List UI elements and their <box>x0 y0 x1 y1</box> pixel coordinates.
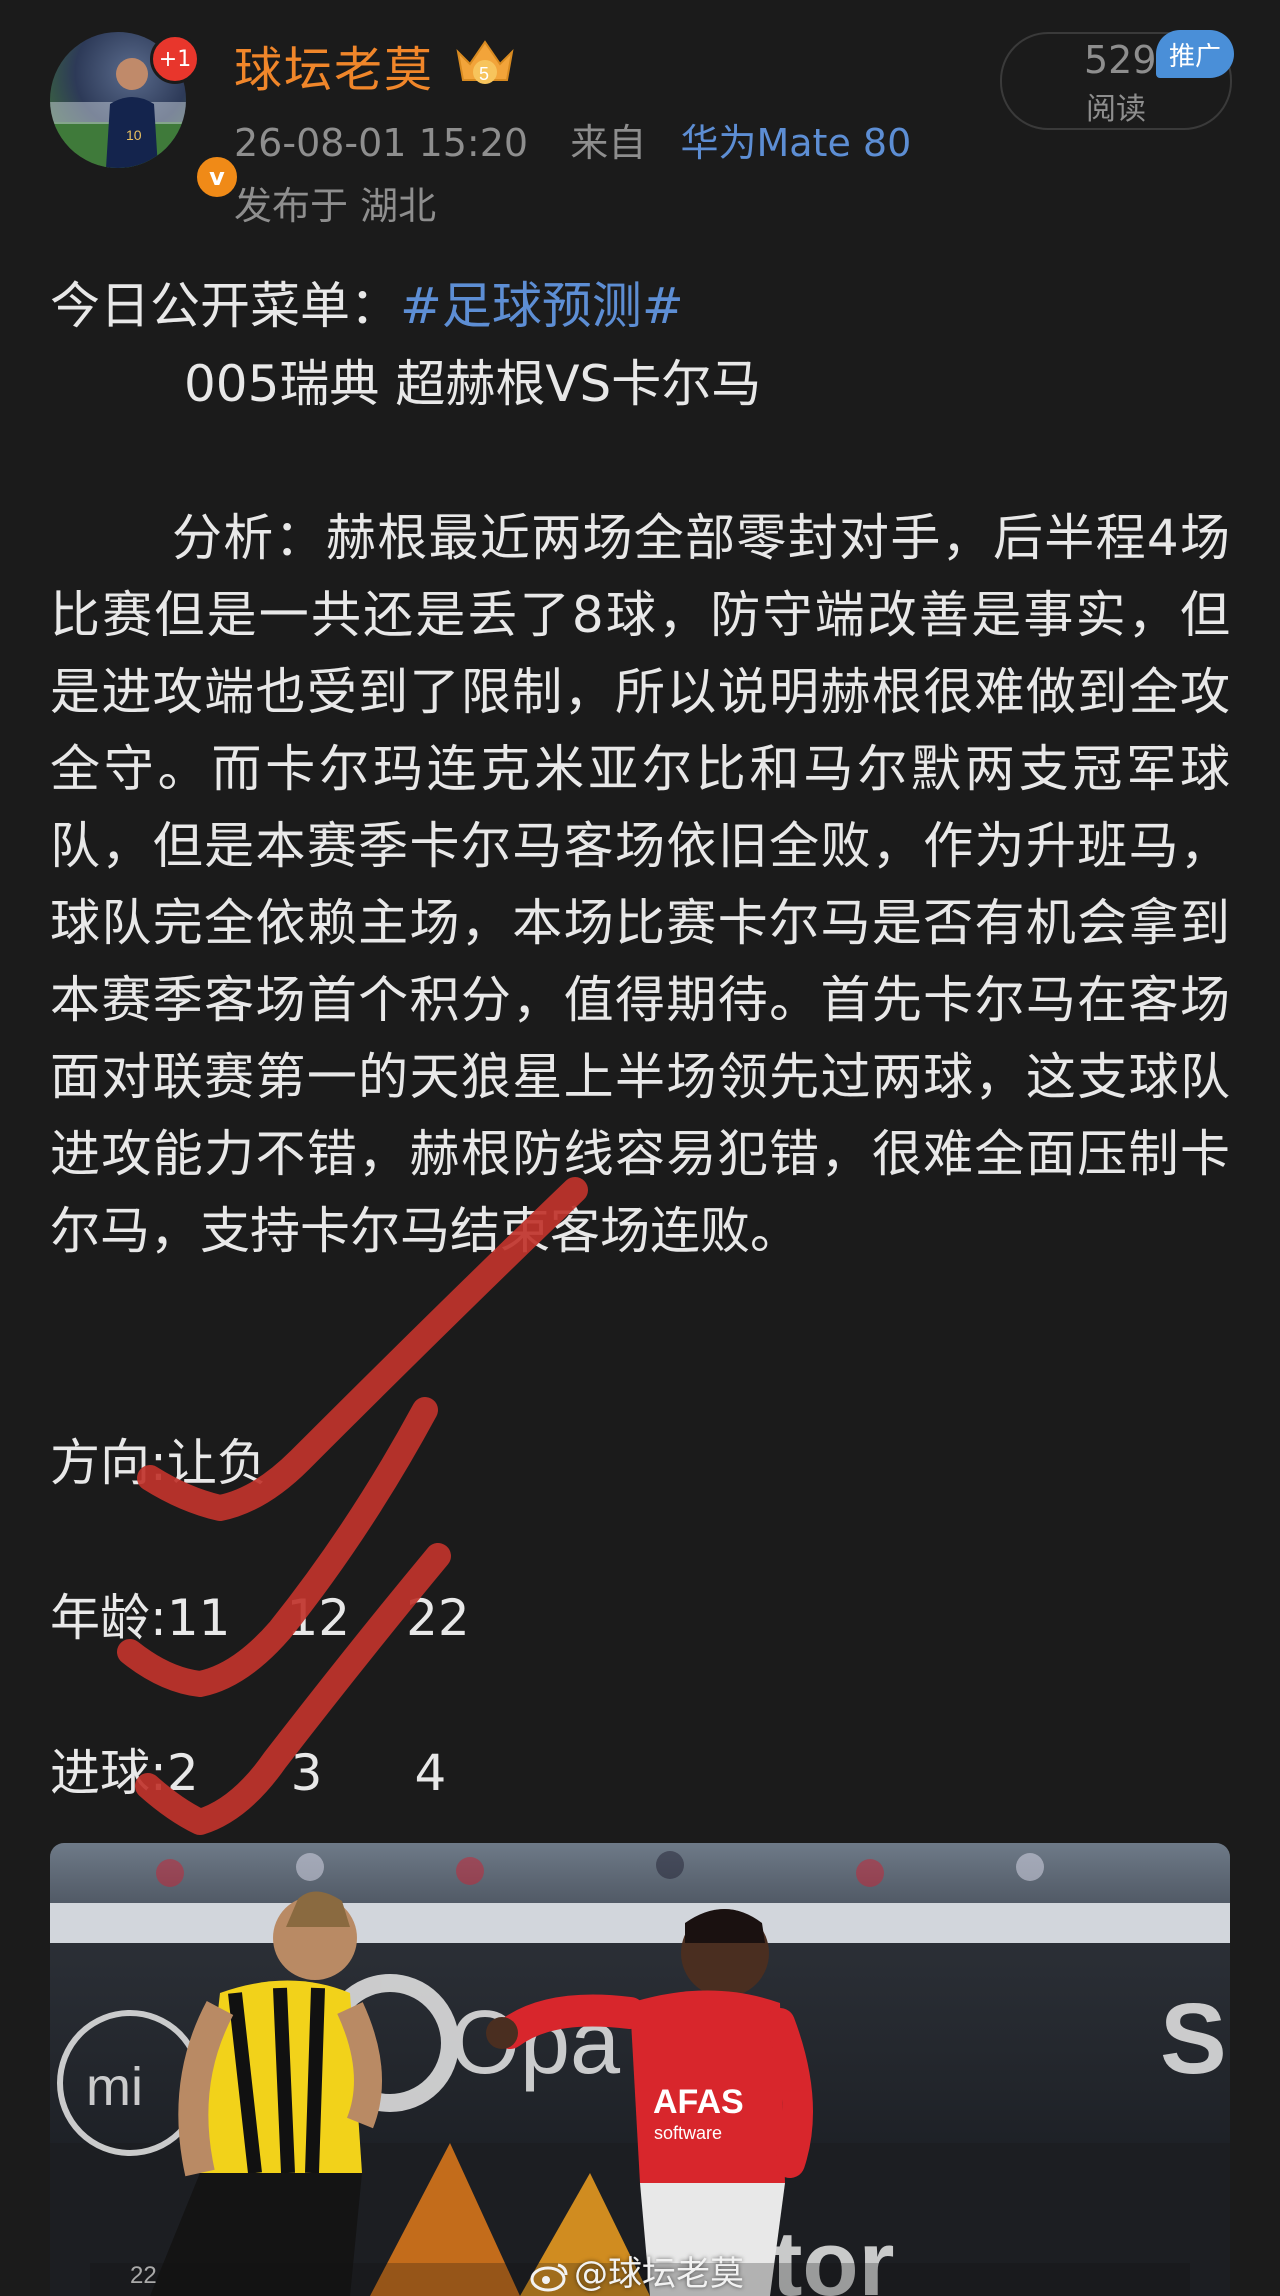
match-title: 005瑞典 超赫根VS卡尔马 <box>184 355 762 413</box>
football-match-photo: mi Opa nitor S 22 AFAS software <box>50 1843 1230 2296</box>
direction-line: 方向:让负 <box>50 1425 1230 1502</box>
direction-label: 方向: <box>50 1434 167 1492</box>
post-meta: 26-08-01 15:20 来自 华为Mate 80 <box>234 112 911 167</box>
age-value: 12 <box>286 1589 351 1647</box>
hashtag-link[interactable]: #足球预测# <box>400 277 684 335</box>
username-link[interactable]: 球坛老莫 <box>234 30 434 100</box>
post-image[interactable]: mi Opa nitor S 22 AFAS software <box>50 1843 1230 2296</box>
svg-text:software: software <box>654 2123 722 2143</box>
age-value: 22 <box>406 1589 470 1647</box>
device-link[interactable]: 华为Mate 80 <box>680 121 911 165</box>
age-line: 年龄:11 12 22 <box>50 1580 1230 1657</box>
analysis-paragraph: 分析：赫根最近两场全部零封对手，后半程4场比赛但是一共还是丢了8球，防守端改善是… <box>50 509 1230 1260</box>
post-location: 发布于 湖北 <box>234 184 437 228</box>
post-intro: 今日公开菜单： <box>50 277 400 335</box>
post-timestamp: 26-08-01 15:20 <box>234 121 529 165</box>
reads-count: 529 <box>1084 38 1157 82</box>
svg-text:5: 5 <box>479 64 489 84</box>
goals-value: 3 <box>290 1744 323 1802</box>
goals-line: 进球:2 3 4 <box>50 1735 1230 1812</box>
age-label: 年龄: <box>50 1589 167 1647</box>
svg-text:S: S <box>1160 1983 1227 2095</box>
age-value: 11 <box>166 1589 231 1647</box>
goals-value: 2 <box>166 1744 199 1802</box>
promo-badge[interactable]: 推广 <box>1156 30 1234 78</box>
reads-label: 阅读 <box>1086 92 1146 127</box>
notification-badge: +1 <box>150 34 200 84</box>
goals-value: 4 <box>414 1744 447 1802</box>
svg-text:AFAS: AFAS <box>653 2083 744 2121</box>
crown-level-icon: 5 <box>456 40 514 84</box>
watermark-text: @球坛老莫 <box>574 2254 744 2294</box>
direction-value: 让负 <box>166 1434 267 1492</box>
source-prefix: 来自 <box>570 121 647 165</box>
avatar[interactable]: 10 +1 v <box>50 32 240 200</box>
svg-text:10: 10 <box>126 127 142 143</box>
svg-text:mi: mi <box>86 2057 143 2117</box>
goals-label: 进球: <box>50 1744 167 1802</box>
weibo-post-page: 10 +1 v 球坛老莫 5 26-08-01 15:20 来自 华为Mate … <box>0 0 1280 2296</box>
weibo-logo-icon <box>530 2263 568 2291</box>
post-intro-line: 今日公开菜单：#足球预测# <box>50 268 1230 345</box>
image-watermark: @球坛老莫 <box>530 2246 744 2295</box>
